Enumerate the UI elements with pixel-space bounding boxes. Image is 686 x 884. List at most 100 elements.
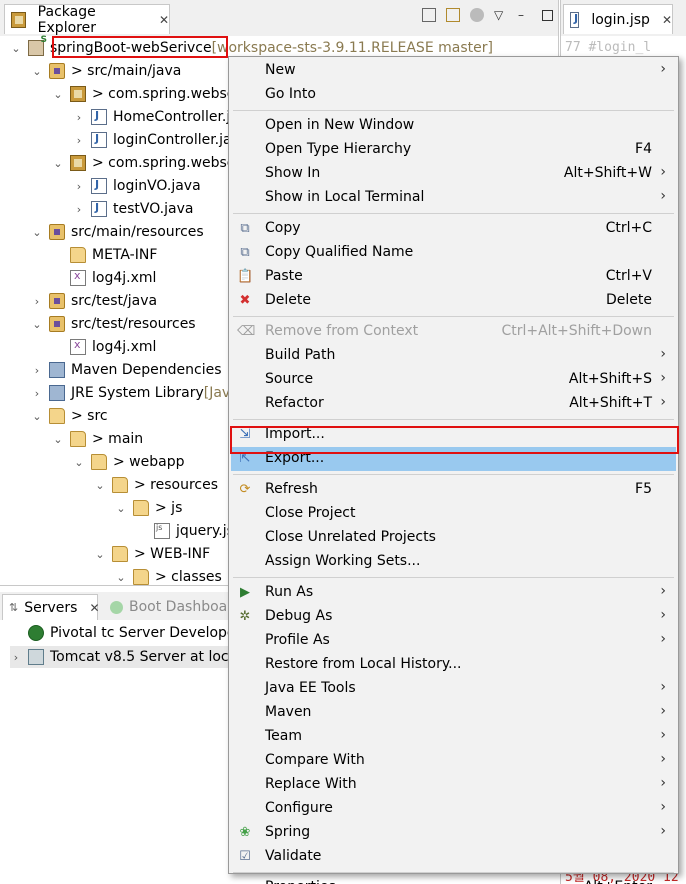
tree-item[interactable]: ⌄ > main bbox=[52, 428, 143, 450]
tree-item[interactable]: › src/test/java bbox=[31, 290, 157, 312]
menu-item-copy-qualified-name[interactable]: ⧉ Copy Qualified Name bbox=[231, 241, 676, 265]
menu-item-label: Paste bbox=[265, 268, 303, 284]
menu-item-profile-as[interactable]: Profile As › bbox=[231, 629, 676, 653]
tree-item[interactable]: › loginVO.java bbox=[73, 175, 201, 197]
expanded-chevron-icon[interactable]: ⌄ bbox=[31, 410, 43, 423]
tree-item[interactable]: ⌄ > classes bbox=[115, 566, 222, 585]
collapsed-chevron-icon[interactable]: › bbox=[73, 180, 85, 193]
menu-item-paste[interactable]: 📋 Paste Ctrl+V bbox=[231, 265, 676, 289]
menu-item-maven[interactable]: Maven › bbox=[231, 701, 676, 725]
expanded-chevron-icon[interactable]: ⌄ bbox=[73, 456, 85, 469]
tree-item-label: log4j.xml bbox=[92, 339, 157, 355]
menu-item-label: Assign Working Sets... bbox=[265, 553, 421, 569]
close-icon[interactable]: ✕ bbox=[662, 13, 672, 27]
menu-item-open-type-hierarchy[interactable]: Open Type Hierarchy F4 bbox=[231, 138, 676, 162]
expanded-chevron-icon[interactable]: ⌄ bbox=[94, 479, 106, 492]
tab-package-explorer[interactable]: Package Explorer ✕ bbox=[4, 4, 170, 36]
expanded-chevron-icon[interactable]: ⌄ bbox=[115, 502, 127, 515]
collapsed-chevron-icon[interactable]: › bbox=[73, 111, 85, 124]
tree-item[interactable]: ⌄ > WEB-INF bbox=[94, 543, 210, 565]
expanded-chevron-icon[interactable]: ⌄ bbox=[31, 226, 43, 239]
minimize-icon[interactable]: – bbox=[518, 8, 532, 22]
menu-item-configure[interactable]: Configure › bbox=[231, 797, 676, 821]
folder-icon bbox=[133, 500, 149, 516]
link-with-editor-icon[interactable] bbox=[446, 8, 460, 22]
expanded-chevron-icon[interactable]: ⌄ bbox=[10, 42, 22, 55]
tree-item[interactable]: log4j.xml bbox=[52, 336, 156, 358]
collapsed-chevron-icon[interactable]: › bbox=[31, 295, 43, 308]
copy-icon: ⧉ bbox=[240, 221, 250, 236]
folder-icon bbox=[112, 477, 128, 493]
expanded-chevron-icon[interactable]: ⌄ bbox=[115, 571, 127, 584]
menu-item-run-as[interactable]: ▶ Run As › bbox=[231, 581, 676, 605]
tree-item[interactable]: ⌄ src/main/resources bbox=[31, 221, 204, 243]
menu-item-new[interactable]: New › bbox=[231, 59, 676, 83]
tree-item[interactable]: ⌄ > src/main/java bbox=[31, 60, 181, 82]
menu-item-team[interactable]: Team › bbox=[231, 725, 676, 749]
menu-item-restore-from-local-history[interactable]: Restore from Local History... bbox=[231, 653, 676, 677]
menu-item-open-in-new-window[interactable]: Open in New Window bbox=[231, 114, 676, 138]
menu-item-show-in-local-terminal[interactable]: Show in Local Terminal › bbox=[231, 186, 676, 210]
xmlfile-icon bbox=[70, 338, 86, 355]
tab-servers[interactable]: ⇅ Servers ✕ bbox=[2, 594, 100, 620]
expanded-chevron-icon[interactable]: ⌄ bbox=[94, 548, 106, 561]
menu-item-compare-with[interactable]: Compare With › bbox=[231, 749, 676, 773]
tree-item[interactable]: ⌄ src/test/resources bbox=[31, 313, 196, 335]
menu-item-assign-working-sets[interactable]: Assign Working Sets... bbox=[231, 550, 676, 574]
menu-item-debug-as[interactable]: ✲ Debug As › bbox=[231, 605, 676, 629]
collapsed-chevron-icon[interactable]: › bbox=[73, 134, 85, 147]
tab-login-jsp[interactable]: login.jsp ✕ bbox=[563, 4, 673, 34]
tree-item[interactable]: log4j.xml bbox=[52, 267, 156, 289]
menu-item-refactor[interactable]: Refactor Alt+Shift+T › bbox=[231, 392, 676, 416]
menu-item-delete[interactable]: ✖ Delete Delete bbox=[231, 289, 676, 313]
collapsed-chevron-icon[interactable]: › bbox=[31, 364, 43, 377]
tree-item[interactable]: ⌄ > src bbox=[31, 405, 108, 427]
editor-code-line[interactable]: 77 #login_l bbox=[565, 40, 651, 55]
menu-item-close-unrelated-projects[interactable]: Close Unrelated Projects bbox=[231, 526, 676, 550]
collapsed-chevron-icon[interactable]: › bbox=[31, 387, 43, 400]
menu-item-go-into[interactable]: Go Into bbox=[231, 83, 676, 107]
tree-item[interactable]: ›loginController.java bbox=[73, 129, 248, 151]
expanded-chevron-icon[interactable]: ⌄ bbox=[31, 65, 43, 78]
tree-item[interactable]: › testVO.java bbox=[73, 198, 193, 220]
menu-separator bbox=[233, 213, 674, 214]
tree-item[interactable]: META-INF bbox=[52, 244, 157, 266]
tree-item[interactable]: › Maven Dependencies bbox=[31, 359, 222, 381]
collapsed-chevron-icon[interactable]: › bbox=[10, 651, 22, 664]
menu-item-spring[interactable]: ❀ Spring › bbox=[231, 821, 676, 845]
view-menu-chevron-down-icon[interactable]: ▽ bbox=[494, 8, 508, 22]
tab-label: Servers bbox=[24, 599, 78, 616]
menu-item-refresh[interactable]: ⟳ Refresh F5 bbox=[231, 478, 676, 502]
tree-item[interactable]: ⌄ > webapp bbox=[73, 451, 184, 473]
tree-item-label: > js bbox=[155, 500, 183, 516]
expanded-chevron-icon[interactable]: ⌄ bbox=[52, 157, 64, 170]
collapse-all-icon[interactable] bbox=[422, 8, 436, 22]
menu-item-build-path[interactable]: Build Path › bbox=[231, 344, 676, 368]
menu-item-label: Copy Qualified Name bbox=[265, 244, 414, 260]
menu-item-show-in[interactable]: Show In Alt+Shift+W › bbox=[231, 162, 676, 186]
collapsed-chevron-icon[interactable]: › bbox=[73, 203, 85, 216]
expanded-chevron-icon[interactable]: ⌄ bbox=[52, 88, 64, 101]
expanded-chevron-icon[interactable]: ⌄ bbox=[31, 318, 43, 331]
close-icon[interactable]: ✕ bbox=[89, 601, 99, 615]
tree-item[interactable]: jquery.js bbox=[136, 520, 234, 542]
menu-item-replace-with[interactable]: Replace With › bbox=[231, 773, 676, 797]
menu-item-close-project[interactable]: Close Project bbox=[231, 502, 676, 526]
servers-icon: ⇅ bbox=[9, 601, 19, 614]
submenu-chevron-right-icon: › bbox=[660, 751, 666, 767]
menu-item-source[interactable]: Source Alt+Shift+S › bbox=[231, 368, 676, 392]
menu-item-java-ee-tools[interactable]: Java EE Tools › bbox=[231, 677, 676, 701]
tree-item[interactable]: ⌄ > resources bbox=[94, 474, 218, 496]
menu-item-copy[interactable]: ⧉ Copy Ctrl+C bbox=[231, 217, 676, 241]
expanded-chevron-icon[interactable]: ⌄ bbox=[52, 433, 64, 446]
tab-boot-dashboard[interactable]: Boot Dashboard bbox=[104, 594, 248, 620]
javafile-icon bbox=[91, 178, 107, 194]
tree-item-label: META-INF bbox=[92, 247, 158, 263]
tree-item[interactable]: ⌄ > js bbox=[115, 497, 182, 519]
close-icon[interactable]: ✕ bbox=[159, 13, 169, 27]
maximize-icon[interactable] bbox=[542, 9, 553, 21]
menu-item-validate[interactable]: ☑ Validate bbox=[231, 845, 676, 869]
menu-item-properties[interactable]: Properties Alt+Enter bbox=[231, 876, 676, 884]
menu-item-label: Show in Local Terminal bbox=[265, 189, 425, 205]
focus-icon[interactable] bbox=[470, 8, 484, 22]
